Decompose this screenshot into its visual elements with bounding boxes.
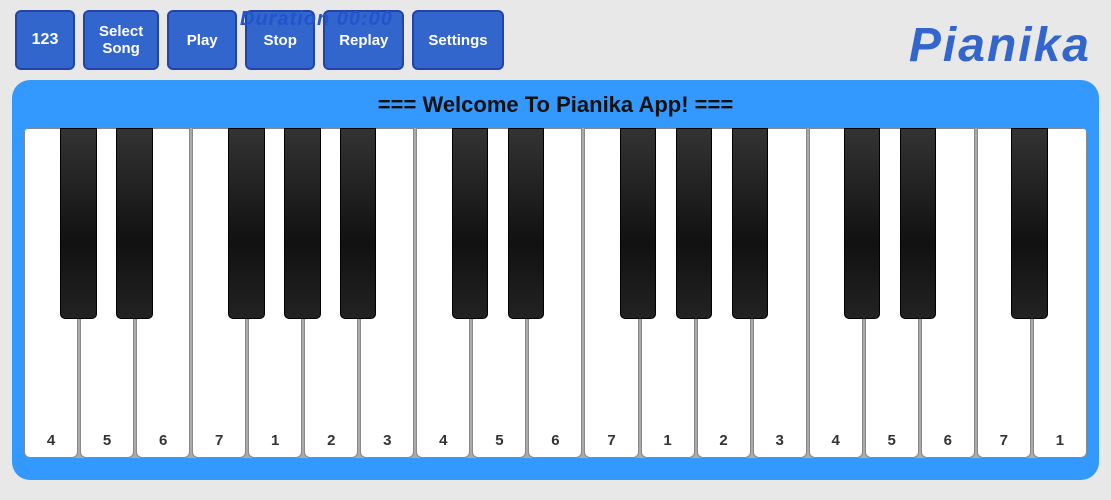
black-key[interactable] [620,128,656,319]
black-key[interactable] [900,128,936,319]
black-key[interactable] [452,128,488,319]
play-button[interactable]: Play [167,10,237,70]
black-key[interactable] [340,128,376,319]
black-key[interactable] [508,128,544,319]
app-title: Pianika [909,18,1091,73]
black-key[interactable] [844,128,880,319]
black-key[interactable] [1011,128,1047,319]
btn-123[interactable]: 123 [15,10,75,70]
select-song-button[interactable]: SelectSong [83,10,159,70]
duration-label: Duration 00:00 [240,8,393,31]
black-key[interactable] [228,128,264,319]
black-key[interactable] [732,128,768,319]
keyboard: 4567123456712345671 [24,128,1087,458]
settings-button[interactable]: Settings [412,10,503,70]
welcome-text: === Welcome To Pianika App! === [24,92,1087,118]
black-key[interactable] [116,128,152,319]
piano-container: === Welcome To Pianika App! === 45671234… [12,80,1099,480]
black-key[interactable] [284,128,320,319]
black-key[interactable] [676,128,712,319]
black-key[interactable] [60,128,96,319]
top-bar: Duration 00:00 123 SelectSong Play Stop … [0,0,1111,80]
